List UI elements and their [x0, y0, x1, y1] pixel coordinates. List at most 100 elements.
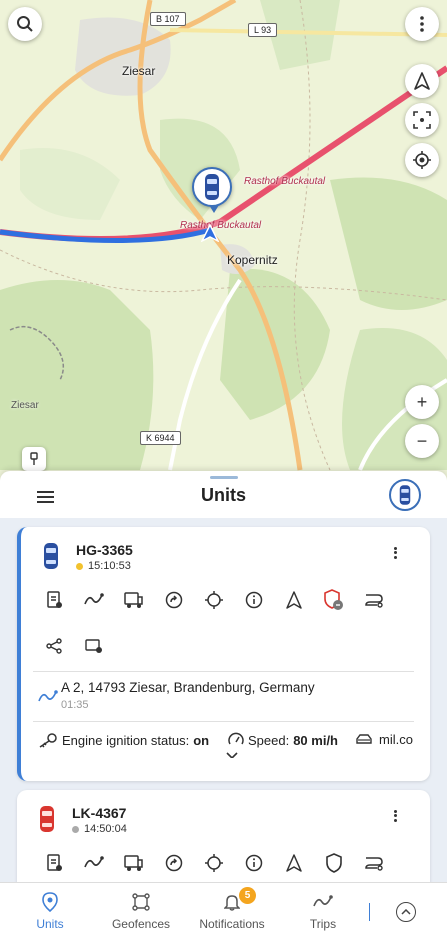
track-icon	[313, 895, 333, 907]
address-duration: 01:35	[61, 699, 89, 711]
routes-icon[interactable]	[363, 589, 385, 611]
car-icon	[399, 485, 411, 505]
unit-actions	[17, 840, 430, 882]
search-icon	[17, 16, 33, 32]
map-view[interactable]: Ziesar Kopernitz Rasthof Buckautal Rasth…	[0, 0, 447, 480]
chevron-up-icon	[401, 909, 411, 915]
compass-button[interactable]	[405, 64, 439, 98]
commands-icon[interactable]	[123, 589, 145, 611]
speed-status: Speed: 80 mi/h	[228, 732, 338, 748]
unit-time: 14:50:04	[84, 823, 127, 835]
screenshot-button[interactable]	[405, 103, 439, 137]
pin-icon	[30, 452, 38, 465]
geofence-icon	[132, 893, 150, 911]
units-sheet: Units HG-3365 15:10:53 A 2, 14793 Ziesar…	[0, 471, 447, 938]
ignition-status: Engine ignition status: on	[38, 732, 209, 748]
map-menu-button[interactable]	[405, 7, 439, 41]
commands-icon[interactable]	[123, 852, 145, 874]
report-icon[interactable]	[43, 852, 65, 874]
road-shield-l93: L 93	[248, 23, 278, 37]
unit-last-update: 14:50:04	[72, 823, 127, 835]
navigation-arrow-icon	[201, 224, 219, 242]
locate-button[interactable]	[405, 143, 439, 177]
nav-geofences[interactable]: Geofences	[96, 891, 186, 931]
bell-icon	[224, 895, 240, 911]
unit-menu-button[interactable]	[394, 545, 398, 560]
security-shield-icon[interactable]	[323, 589, 345, 611]
navigate-icon[interactable]	[283, 852, 305, 874]
car-icon	[40, 806, 54, 832]
nav-trips[interactable]: Trips	[278, 891, 368, 931]
more-vertical-icon	[420, 16, 424, 32]
search-button[interactable]	[8, 7, 42, 41]
unit-name: HG-3365	[76, 542, 133, 558]
nav-label: Notifications	[199, 917, 265, 931]
unit-actions	[21, 577, 430, 625]
selected-unit-avatar[interactable]	[389, 479, 421, 511]
marker-tail	[209, 205, 219, 213]
pin-button[interactable]	[22, 447, 46, 471]
nav-label: Units	[36, 917, 64, 931]
share-arrow-icon[interactable]	[163, 852, 185, 874]
routes-icon[interactable]	[363, 852, 385, 874]
units-list[interactable]: HG-3365 15:10:53 A 2, 14793 Ziesar, Bran…	[0, 518, 447, 882]
unit-menu-button[interactable]	[394, 808, 398, 823]
status-dot	[76, 562, 83, 570]
track-icon[interactable]	[83, 852, 105, 874]
notification-badge: 5	[239, 887, 256, 904]
nav-units[interactable]: Units	[5, 891, 95, 931]
focus-frame-icon	[413, 111, 431, 129]
map-label-rasthof: Rasthof Buckautal	[244, 176, 326, 187]
security-shield-icon[interactable]	[323, 852, 345, 874]
road-shield-b107: B 107	[150, 12, 186, 26]
track-icon[interactable]	[83, 589, 105, 611]
nav-label: Trips	[309, 917, 337, 931]
key-icon	[39, 733, 57, 748]
info-icon[interactable]	[243, 852, 265, 874]
collapse-button[interactable]	[396, 902, 416, 922]
map-tiles	[0, 0, 447, 471]
track-icon	[38, 690, 58, 702]
map-label-ziesar: Ziesar	[122, 64, 156, 78]
status-dot	[72, 825, 79, 833]
share-icon[interactable]	[43, 635, 65, 657]
car-icon	[205, 174, 219, 200]
map-label-rasthof-2: Rasthof Buckautal	[180, 220, 262, 231]
share-arrow-icon[interactable]	[163, 589, 185, 611]
unit-card[interactable]: LK-4367 14:50:04	[17, 790, 430, 882]
unit-address[interactable]: A 2, 14793 Ziesar, Brandenburg, Germany …	[33, 671, 414, 721]
nav-notifications[interactable]: 5 Notifications	[187, 887, 277, 931]
map-label-kopernitz: Kopernitz	[227, 253, 278, 267]
locate-unit-icon[interactable]	[203, 852, 225, 874]
zoom-out-icon: −	[416, 430, 428, 451]
unit-name: LK-4367	[72, 805, 127, 821]
zoom-in-icon: +	[416, 391, 428, 412]
device-settings-icon[interactable]	[83, 635, 105, 657]
unit-sensors: Engine ignition status: on Speed: 80 mi/h …	[33, 721, 414, 758]
chevron-down-icon[interactable]	[226, 752, 238, 758]
navigate-icon[interactable]	[283, 589, 305, 611]
mileage-status: mil.co	[355, 732, 413, 747]
zoom-in-button[interactable]: +	[405, 385, 439, 419]
sheet-title: Units	[201, 485, 246, 505]
address-text: A 2, 14793 Ziesar, Brandenburg, Germany	[61, 680, 315, 695]
location-pin-icon	[42, 892, 58, 912]
unit-map-marker[interactable]	[192, 167, 232, 207]
bottom-navigation: Units Geofences 5 Notifications Trips	[0, 882, 447, 938]
locate-unit-icon[interactable]	[203, 589, 225, 611]
unit-last-update: 15:10:53	[76, 560, 131, 572]
zoom-out-button[interactable]: −	[405, 424, 439, 458]
unit-card[interactable]: HG-3365 15:10:53 A 2, 14793 Ziesar, Bran…	[17, 527, 430, 781]
car-side-icon	[356, 733, 372, 744]
info-icon[interactable]	[243, 589, 265, 611]
nav-divider	[369, 903, 370, 921]
map-label-area-ziesar: Ziesar	[11, 400, 39, 411]
crosshair-icon	[413, 151, 431, 169]
nav-label: Geofences	[111, 917, 171, 931]
road-shield-k6944: K 6944	[140, 431, 181, 445]
car-icon	[44, 543, 58, 569]
report-icon[interactable]	[43, 589, 65, 611]
unit-time: 15:10:53	[88, 560, 131, 572]
speedometer-icon	[228, 732, 244, 745]
unit-actions-row-2	[21, 625, 430, 671]
